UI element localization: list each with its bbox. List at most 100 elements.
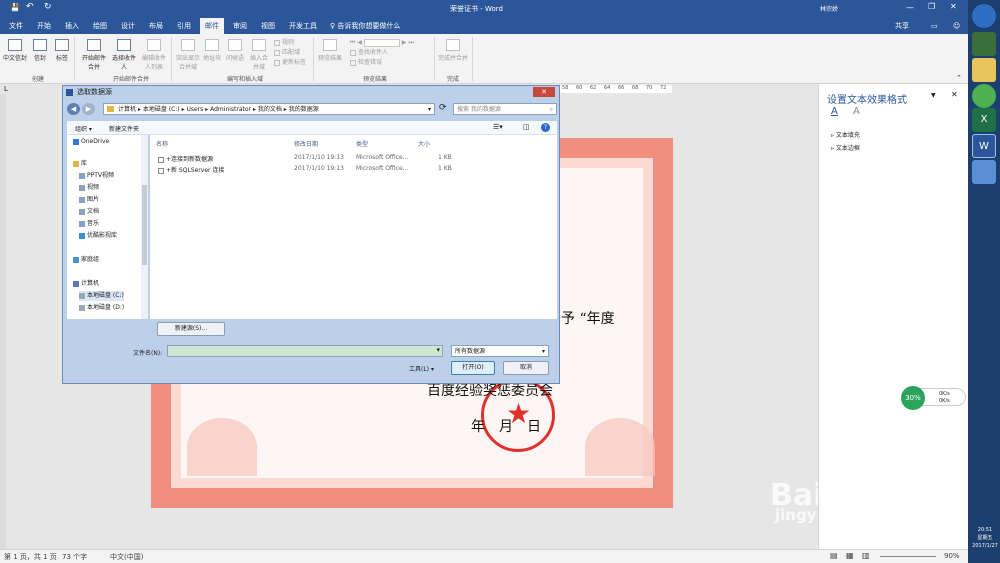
search-input[interactable]: 搜索 我的数据源 ⌕ (453, 103, 557, 115)
minimize-icon[interactable]: — (906, 3, 914, 12)
network-speed-widget[interactable]: 30% 0K/s 0K/s (901, 386, 966, 410)
nav-scrollbar[interactable] (141, 135, 148, 319)
nav-documents[interactable]: 文档 (79, 207, 99, 217)
app-icon[interactable] (972, 32, 996, 56)
breadcrumb-item[interactable]: 计算机 (118, 106, 136, 113)
table-row[interactable]: +新 SQLServer 连接 2017/1/10 19:13 Microsof… (154, 164, 464, 174)
text-fill-outline-icon[interactable]: A (831, 106, 838, 117)
clock[interactable]: 20:51 星期五 2017/1/27 (971, 526, 999, 550)
address-dropdown-icon[interactable]: ▾ (428, 104, 431, 115)
nav-drive-c[interactable]: 本地磁盘 (C:) (79, 291, 124, 301)
tab-references[interactable]: 引用 (172, 18, 196, 34)
tab-view[interactable]: 视图 (256, 18, 280, 34)
column-size[interactable]: 大小 (418, 139, 430, 148)
breadcrumb-item[interactable]: 本地磁盘 (C:) (143, 106, 180, 113)
restore-icon[interactable]: ❐ (928, 2, 935, 11)
text-fill-section[interactable]: ▹ 文本填充 (831, 130, 860, 139)
word-count[interactable]: 73 个字 (62, 552, 87, 562)
help-icon[interactable]: ? (541, 123, 550, 132)
back-icon[interactable]: ◀ (67, 103, 80, 115)
tell-me-box[interactable]: ♀ 告诉我你想要做什么 (325, 18, 405, 34)
update-labels-button[interactable]: 更新标签 (274, 58, 306, 68)
column-type[interactable]: 类型 (356, 139, 368, 148)
pane-options-icon[interactable]: ▼ (931, 92, 936, 99)
select-recipients-button[interactable]: 选择收件人 (110, 39, 138, 71)
dialog-close-button[interactable]: ✕ (533, 87, 555, 97)
table-row[interactable]: +连接到新数据源 2017/1/10 19:13 Microsoft Offic… (154, 153, 464, 163)
tab-mailings[interactable]: 邮件 (200, 18, 224, 34)
nav-drive-d[interactable]: 本地磁盘 (D:) (79, 303, 124, 313)
nav-libraries[interactable]: 库 (73, 159, 87, 169)
edit-recipients-button[interactable]: 编辑收件人列表 (140, 39, 168, 71)
file-type-select[interactable]: 所有数据源 ▾ (451, 345, 549, 357)
new-folder-button[interactable]: 新建文件夹 (109, 124, 139, 133)
open-button[interactable]: 打开(O) (451, 361, 495, 375)
record-navigation[interactable]: ⏮ ◀ ▶ ⏭ (350, 38, 414, 48)
read-mode-icon[interactable]: ▤ (830, 551, 838, 560)
filename-input[interactable]: ▾ (167, 345, 443, 357)
tab-draw[interactable]: 绘图 (88, 18, 112, 34)
tab-layout[interactable]: 布局 (144, 18, 168, 34)
language[interactable]: 中文(中国) (110, 552, 143, 562)
check-errors-button[interactable]: 检查错误 (350, 58, 414, 68)
preview-results-button[interactable]: 预览结果 (318, 39, 342, 62)
filename-dropdown-icon[interactable]: ▾ (436, 346, 440, 354)
word-icon[interactable]: W (972, 134, 996, 158)
nav-computer[interactable]: 计算机 (73, 279, 99, 289)
undo-icon[interactable]: ↶ (26, 2, 34, 12)
new-source-button[interactable]: 新建源(S)... (157, 322, 225, 336)
nav-youku[interactable]: 优酷影视库 (79, 231, 117, 241)
organize-button[interactable]: 组织 ▾ (75, 124, 92, 133)
tab-design[interactable]: 设计 (116, 18, 140, 34)
last-record-icon[interactable]: ⏭ (408, 39, 413, 46)
greeting-line-button[interactable]: 问候语 (224, 39, 246, 62)
forward-icon[interactable]: ▶ (82, 103, 95, 115)
smiley-icon[interactable]: ☺ (948, 18, 965, 34)
start-button[interactable] (972, 4, 996, 28)
tab-home[interactable]: 开始 (32, 18, 56, 34)
tab-insert[interactable]: 插入 (60, 18, 84, 34)
nav-pptv[interactable]: PPTV视频 (79, 171, 114, 181)
breadcrumb-item[interactable]: 我的文档 (258, 106, 282, 113)
rules-button[interactable]: 规则 (274, 38, 306, 48)
nav-pictures[interactable]: 图片 (79, 195, 99, 205)
column-name[interactable]: 名称 (156, 139, 168, 148)
tools-button[interactable]: 工具(L) ▾ (409, 364, 434, 373)
scroll-thumb[interactable] (142, 185, 147, 265)
tab-developer[interactable]: 开发工具 (284, 18, 322, 34)
redo-icon[interactable]: ↻ (44, 2, 52, 12)
page-count[interactable]: 第 1 页，共 1 页 (4, 552, 57, 562)
zoom-slider[interactable] (880, 556, 936, 557)
match-fields-button[interactable]: 匹配域 (274, 48, 306, 58)
text-outline-section[interactable]: ▹ 文本边框 (831, 143, 860, 152)
preview-pane-icon[interactable]: ◫ (523, 123, 530, 131)
highlight-fields-button[interactable]: 突出显示合并域 (176, 39, 200, 71)
find-recipient-button[interactable]: 查找收件人 (350, 48, 414, 58)
column-date[interactable]: 修改日期 (294, 139, 318, 148)
pane-close-icon[interactable]: ✕ (951, 90, 958, 99)
collapse-ribbon-icon[interactable]: ⌃ (956, 74, 962, 82)
app-icon[interactable] (972, 160, 996, 184)
nav-onedrive[interactable]: OneDrive (73, 137, 109, 147)
close-icon[interactable]: ✕ (950, 2, 957, 11)
web-layout-icon[interactable]: ▥ (862, 551, 870, 560)
view-options-icon[interactable]: ☰▾ (493, 123, 503, 131)
nav-videos[interactable]: 视频 (79, 183, 99, 193)
address-block-button[interactable]: 地址块 (202, 39, 222, 62)
envelopes-button[interactable]: 信封 (30, 39, 50, 62)
comment-icon[interactable]: ▭ (926, 18, 943, 34)
finish-merge-button[interactable]: 完成并合并 (438, 39, 468, 62)
user-name[interactable]: 林宗娇 (820, 4, 838, 13)
breadcrumb-item[interactable]: 我的数据源 (289, 106, 319, 113)
app-icon[interactable] (972, 84, 996, 108)
breadcrumb-item[interactable]: Users (186, 106, 203, 113)
insert-merge-field-button[interactable]: 插入合并域 (248, 39, 270, 71)
print-layout-icon[interactable]: ▦ (846, 551, 854, 560)
save-icon[interactable]: 💾 (10, 3, 20, 12)
prev-record-icon[interactable]: ◀ (357, 39, 362, 46)
first-record-icon[interactable]: ⏮ (350, 39, 355, 46)
record-number-input[interactable] (363, 38, 400, 47)
labels-button[interactable]: 标签 (53, 39, 71, 62)
zoom-level[interactable]: 90% (944, 552, 960, 560)
cancel-button[interactable]: 取消 (503, 361, 549, 375)
